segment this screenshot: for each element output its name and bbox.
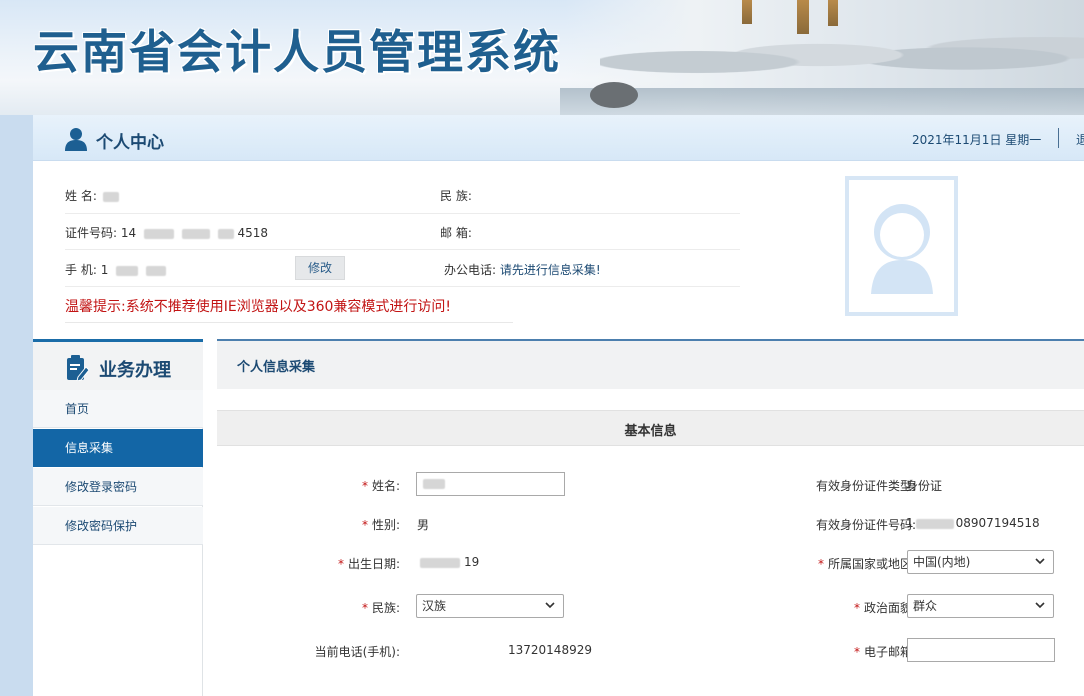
profile-nation-label: 民 族: [440,189,472,203]
gender-field-label: * 性别: [361,518,400,532]
required-mark: * [361,518,368,532]
banner-pagoda [828,0,838,26]
nation-field-label: * 民族: [361,601,400,615]
section-header: 基本信息 [217,410,1084,446]
profile-email-label: 邮 箱: [440,226,472,240]
redacted-id-part [143,228,174,239]
section-title: 基本信息 [624,424,677,439]
system-title: 云南省会计人员管理系统 [33,25,561,79]
birth-field-label: * 出生日期: [337,557,400,571]
clipboard-edit-icon [67,355,90,381]
country-field-label: * 所属国家或地区: [817,557,916,571]
email-input[interactable] [907,638,1055,662]
id-type-value: 身份证 [906,479,943,493]
banner-pagoda [797,0,809,34]
user-icon [65,128,87,151]
profile-id-suffix: 4518 [237,226,269,240]
banner-rock [590,82,638,108]
left-frame [0,115,33,696]
content-title: 个人信息采集 [237,360,316,375]
profile-id: 证件号码: 14 4518 [65,224,268,241]
divider [440,286,740,287]
banner: 云南省会计人员管理系统 [0,0,1084,115]
redacted-name [102,191,119,202]
personal-center-header: 个人中心 2021年11月1日 星期一 退出 [33,115,1084,161]
redacted-birth [420,557,460,568]
political-select-value: 群众 [913,599,938,613]
profile-office-phone-label: 办公电话: [444,263,497,277]
sidebar-title: 业务办理 [99,360,171,381]
sidebar-item-change-password-protection[interactable]: 修改密码保护 [33,507,203,545]
sidebar-item-change-login-password[interactable]: 修改登录密码 [33,468,203,506]
required-mark: * [361,479,368,493]
profile-nation: 民 族: [440,187,472,204]
required-mark: * [361,601,368,615]
redacted-id-part [181,228,210,239]
main-panel: 个人中心 2021年11月1日 星期一 退出 姓 名: 证件号码: 14 451… [33,115,1084,696]
page-title: 个人中心 [96,133,164,153]
nation-select[interactable]: 汉族 [416,594,564,618]
profile-email: 邮 箱: [440,224,472,241]
profile-id-prefix: 14 [120,226,137,240]
sidebar-item-home[interactable]: 首页 [33,390,203,428]
political-select[interactable]: 群众 [907,594,1054,618]
phone-field-label: 当前电话(手机): [314,645,400,659]
divider [440,249,740,250]
profile-office-phone-value: 请先进行信息采集! [499,263,601,277]
profile-name: 姓 名: [65,187,119,204]
edit-phone-button[interactable]: 修改 [295,256,345,280]
banner-trees [600,20,1084,90]
divider [65,286,440,287]
chevron-down-icon [1035,558,1045,565]
chevron-down-icon [1035,602,1045,609]
logout-link[interactable]: 退出 [1076,131,1084,148]
banner-lake [560,88,1084,115]
divider [65,213,440,214]
phone-value: 13720148929 [508,643,592,657]
redacted-phone-part [116,265,139,276]
profile-name-label: 姓 名: [65,189,97,203]
profile-id-label: 证件号码: [65,226,118,240]
country-select[interactable]: 中国(内地) [907,550,1054,574]
chevron-down-icon [545,602,555,609]
profile-phone-prefix: 1 [100,263,109,277]
profile-phone: 手 机: 1 [65,261,166,278]
profile-office-phone: 办公电话: 请先进行信息采集! [444,261,601,278]
banner-pagoda [742,0,752,24]
redacted-name-value [423,479,445,489]
profile-photo [845,176,958,316]
sidebar: 业务办理 首页 信息采集 修改登录密码 修改密码保护 [33,339,203,696]
name-input[interactable] [416,472,565,496]
header-divider [1058,128,1059,148]
redacted-id-part [217,228,234,239]
required-mark: * [817,557,824,571]
nation-select-value: 汉族 [422,599,447,613]
country-select-value: 中国(内地) [913,555,971,569]
sidebar-header: 业务办理 [33,342,203,390]
id-number-value: 1 08907194518 [906,516,1040,530]
redacted-phone-part [145,265,166,276]
birth-value: 19 [420,555,479,569]
required-mark: * [853,645,860,659]
content-header: 个人信息采集 [217,341,1084,389]
divider [65,322,513,323]
id-type-label: 有效身份证件类型: [815,479,916,493]
browser-warning: 温馨提示:系统不推荐使用IE浏览器以及360兼容模式进行访问! [65,299,452,315]
name-field-label: * 姓名: [361,479,400,493]
gender-value: 男 [417,518,430,532]
divider [65,249,440,250]
sidebar-item-info-collection[interactable]: 信息采集 [33,429,203,467]
required-mark: * [853,601,860,615]
avatar-placeholder-icon [871,204,933,294]
profile-phone-label: 手 机: [65,263,97,277]
id-number-label: 有效身份证件号码: [815,518,916,532]
required-mark: * [337,557,344,571]
redacted-id-number [915,518,954,529]
current-date: 2021年11月1日 星期一 [912,133,1042,147]
divider [440,213,740,214]
